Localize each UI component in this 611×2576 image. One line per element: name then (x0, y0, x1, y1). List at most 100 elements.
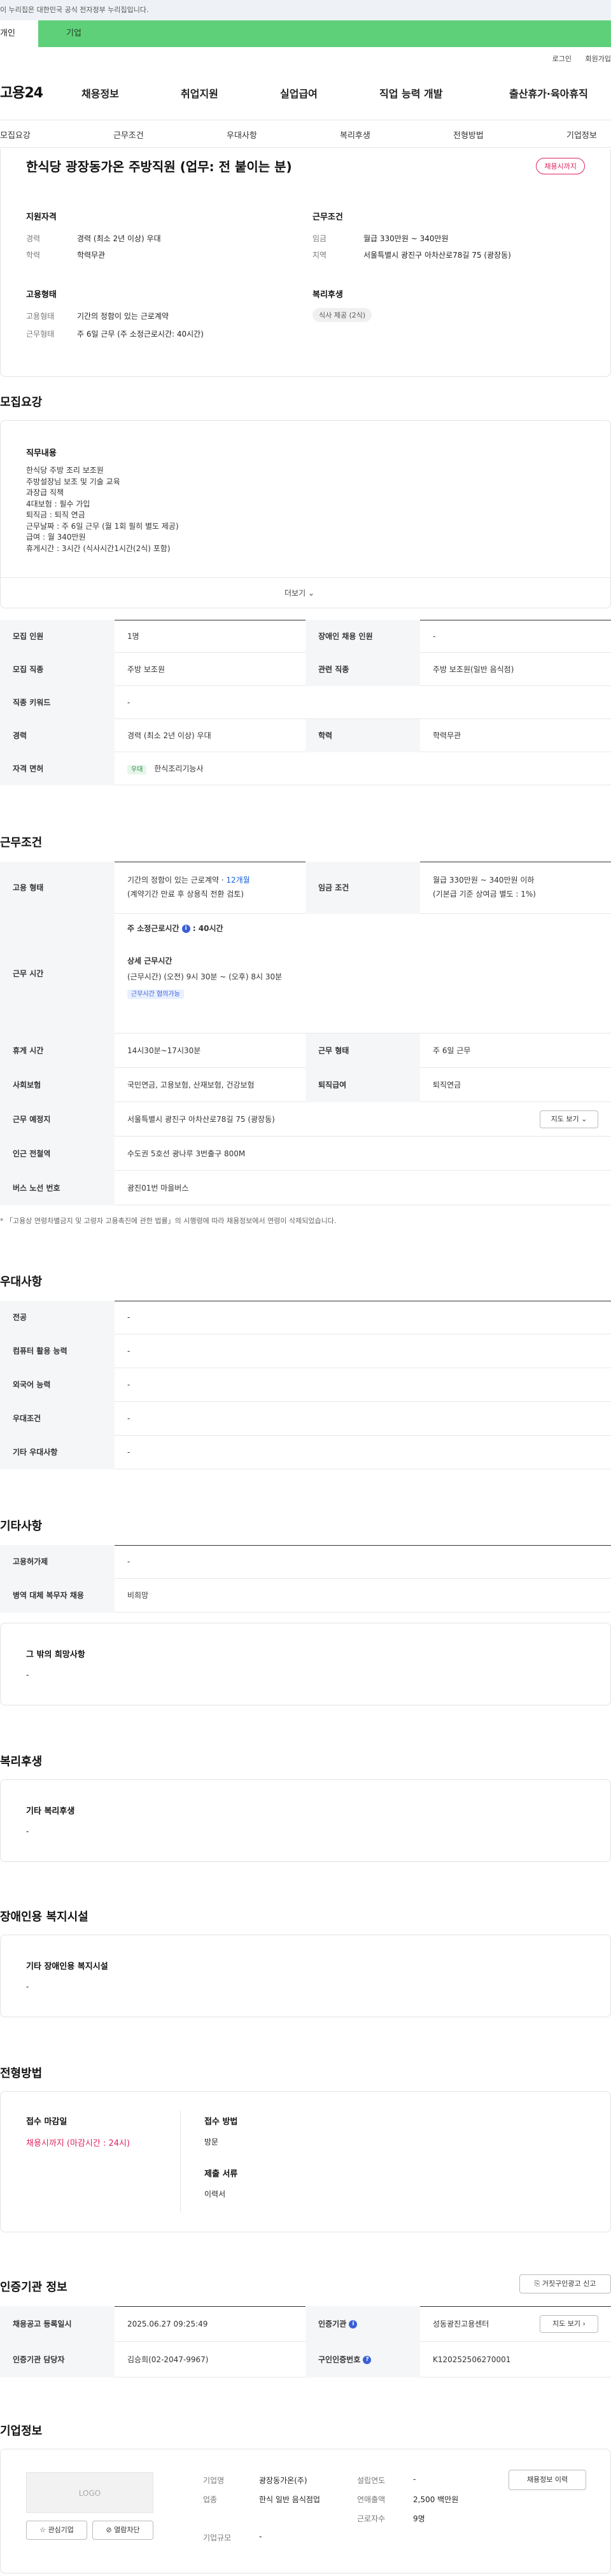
row-header: 자격 면허 (0, 752, 115, 785)
hours-negotiable-chip: 근무시간 협의가능 (127, 990, 184, 999)
selection-divider (180, 2111, 181, 2213)
education-value: 학력무관 (77, 251, 106, 260)
row-header: 외국어 능력 (0, 1368, 115, 1402)
row-header: 병역 대체 복무자 채용 (0, 1579, 115, 1613)
info-icon[interactable]: i (349, 2320, 358, 2328)
subnav-selection[interactable]: 전형방법 (453, 129, 484, 141)
login-link[interactable]: 로그인 (552, 55, 572, 63)
work-form-value: 주 6일 근무 (주 소정근로시간: 40시간) (77, 330, 204, 339)
license-cell: 우대 한식조리기능사 (115, 752, 204, 787)
education-label: 학력 (26, 251, 41, 260)
gnb-item-parental-leave[interactable]: 출산휴가·육아휴직 (509, 85, 588, 101)
selection-card: 접수 마감일 채용시까지 (마감시간 : 24시) 접수 방법 방문 제출 서류… (0, 2091, 611, 2232)
row-value: 비희망 (127, 1591, 149, 1600)
cert-section-title: 인증기관 정보 (0, 2281, 67, 2294)
row-header-cert-agency: 인증기관 i (306, 2306, 420, 2342)
deadline-label: 접수 마감일 (26, 2117, 67, 2127)
gnb-item-employment-support[interactable]: 취업지원 (181, 85, 218, 101)
welfare-box-label: 기타 복리후생 (26, 1807, 75, 1816)
row-value: 14시30분~17시30분 (127, 1046, 201, 1055)
gnb-item-jobs[interactable]: 채용정보 (81, 85, 119, 101)
job-title: 한식당 광장동가온 주방직원 (업무: 전 붙이는 분) (26, 159, 292, 174)
row-header: 채용공고 등록일시 (0, 2306, 115, 2342)
row-header: 근무 형태 (306, 1033, 420, 1068)
employment-type-label: 고용형태 (26, 312, 55, 321)
fake-ad-report-button[interactable]: ⎘ 거짓구인광고 신고 (519, 2274, 611, 2293)
favorite-label: 관심기업 (48, 2526, 74, 2534)
subnav-recruit[interactable]: 모집요강 (0, 129, 31, 141)
table-row: 우대조건 - (0, 1402, 611, 1436)
company-size-value: - (259, 2532, 262, 2541)
info-icon[interactable]: ? (363, 2356, 372, 2364)
age-notice: * 「고용상 연령차별금지 및 고령자 고용촉진에 관한 법률」의 시행령에 따… (0, 1217, 337, 1225)
row-header: 학력 (306, 719, 420, 752)
cert-map-button[interactable]: 지도 보기 › (540, 2315, 598, 2333)
subnav-prefer[interactable]: 우대사항 (227, 129, 257, 141)
row-header: 버스 노선 번호 (0, 1171, 115, 1205)
status-badge: 채용시까지 (536, 158, 585, 174)
row-value: - (127, 1313, 130, 1322)
hiring-history-button[interactable]: 채용정보 이력 (509, 2470, 586, 2490)
table-row: 경력 경력 (최소 2년 이상) 우대 학력 학력무관 (0, 719, 611, 752)
table-row: 휴게 시간 14시30분~17시30분 근무 형태 주 6일 근무 (0, 1033, 611, 1068)
table-row: 자격 면허 우대 한식조리기능사 (0, 752, 611, 785)
sales-value: 2,500 백만원 (413, 2495, 459, 2504)
block-company-button[interactable]: ⊘ 열람차단 (92, 2521, 153, 2540)
table-row: 기타 우대사항 - (0, 1436, 611, 1469)
career-value: 경력 (최소 2년 이상) 우대 (77, 234, 161, 243)
work-form-label: 근무형태 (26, 330, 55, 339)
hours-cell: 주 소정근로시간 i : 40시간 상세 근무시간 (근무시간) (오전) 9시… (115, 923, 282, 999)
duty-line: 4대보험 : 필수 가입 (26, 499, 90, 508)
user-type-tabs: 개인 기업 (0, 20, 611, 47)
gnb-item-job-training[interactable]: 직업 능력 개발 (379, 85, 442, 101)
work-section-title: 근무조건 (0, 836, 43, 850)
welfare-chip: 식사 제공 (2식) (313, 308, 372, 322)
fake-ad-report-label: 거짓구인광고 신고 (542, 2279, 596, 2288)
favorite-company-button[interactable]: ☆ 관심기업 (26, 2521, 87, 2540)
disabled-box: 기타 장애인용 복지시설 - (0, 1935, 611, 2017)
table-row: 전공 - (0, 1301, 611, 1334)
disabled-section-title: 장애인용 복지시설 (0, 1910, 88, 1924)
more-button[interactable]: 더보기 ⌄ (284, 587, 314, 598)
subnav-company[interactable]: 기업정보 (566, 129, 597, 141)
gnb-item-unemployment-benefit[interactable]: 실업급여 (280, 85, 318, 101)
company-name-label: 기업명 (203, 2476, 225, 2485)
table-row: 채용공고 등록일시 2025.06.27 09:25:49 인증기관 i 성동광… (0, 2306, 611, 2342)
duty-line: 휴게시간 : 3시간 (식사시간1시간(2식) 포함) (26, 543, 171, 553)
tab-company[interactable]: 기업 (38, 20, 611, 47)
company-logo: LOGO (26, 2472, 153, 2513)
table-row: 외국어 능력 - (0, 1368, 611, 1402)
more-label: 더보기 (284, 589, 306, 598)
join-link[interactable]: 회원가입 (586, 55, 611, 63)
tab-personal[interactable]: 개인 (0, 20, 38, 47)
method-value: 방문 (204, 2138, 219, 2146)
gov-notice-bar: 이 누리집은 대한민국 공식 전자정부 누리집입니다. (0, 0, 611, 20)
row-value: 2025.06.27 09:25:49 (127, 2320, 208, 2328)
table-row: 인근 전철역 수도권 5호선 광나루 3번출구 800M (0, 1137, 611, 1171)
site-logo[interactable]: 고용24 (0, 81, 43, 102)
condition-heading: 근무조건 (313, 213, 343, 222)
subnav-welfare[interactable]: 복리후생 (340, 129, 370, 141)
disabled-box-value: - (26, 1982, 29, 1991)
table-row: 직종 키워드 - (0, 686, 611, 719)
row-value: 수도권 5호선 광나루 3번출구 800M (127, 1149, 246, 1158)
etc-box-value: - (26, 1670, 29, 1679)
map-button[interactable]: 지도 보기 ⌄ (540, 1110, 598, 1128)
area-label: 지역 (313, 251, 327, 260)
docs-label: 제출 서류 (204, 2169, 238, 2179)
row-header: 인증기관 (318, 2320, 347, 2328)
method-label: 접수 방법 (204, 2117, 238, 2127)
employment-type-text: 기간의 정함이 있는 근로계약 · (127, 876, 227, 885)
pay-cell: 월급 330만원 ~ 340만원 이하 (기본급 기준 상여금 별도 : 1%) (420, 873, 536, 901)
preferred-chip: 우대 (127, 765, 147, 774)
company-card: LOGO ☆ 관심기업 ⊘ 열람차단 기업명 광장동가온(주) 업종 한식 일반… (0, 2449, 611, 2573)
star-icon: ☆ (39, 2526, 48, 2534)
row-value: - (127, 1557, 130, 1566)
info-icon[interactable]: i (181, 925, 190, 933)
chevron-right-icon: › (582, 2320, 586, 2328)
subnav-work[interactable]: 근무조건 (113, 129, 144, 141)
row-header: 인증기관 담당자 (0, 2342, 115, 2377)
row-header: 전공 (0, 1301, 115, 1334)
weekly-hours-label: 주 소정근로시간 (127, 924, 179, 933)
weekly-hours-value: : 40시간 (192, 924, 223, 933)
